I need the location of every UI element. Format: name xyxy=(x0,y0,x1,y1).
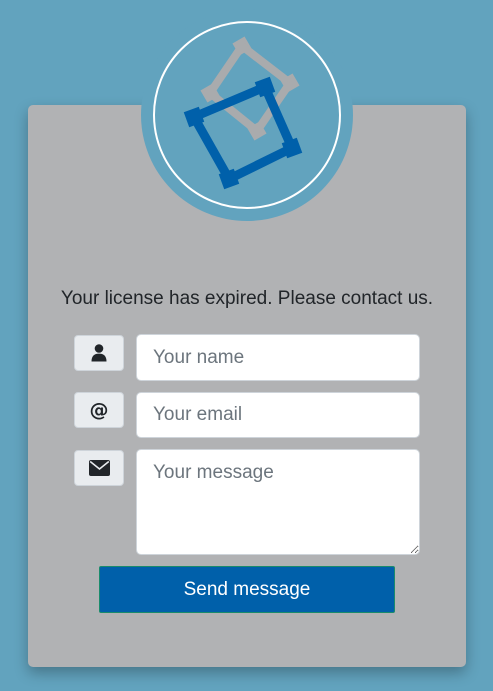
envelope-icon xyxy=(74,450,124,486)
user-icon xyxy=(74,335,124,371)
email-field[interactable] xyxy=(136,392,420,438)
message-textarea[interactable] xyxy=(136,449,420,555)
license-expired-message: Your license has expired. Please contact… xyxy=(60,288,434,309)
envelope-icon-glyph xyxy=(88,460,110,476)
squares-logo-icon xyxy=(183,36,303,190)
at-icon-glyph: @ xyxy=(89,399,109,421)
send-message-button[interactable]: Send message xyxy=(99,566,395,613)
at-icon: @ xyxy=(74,392,124,428)
name-field[interactable] xyxy=(136,334,420,381)
user-icon-glyph xyxy=(91,344,107,362)
